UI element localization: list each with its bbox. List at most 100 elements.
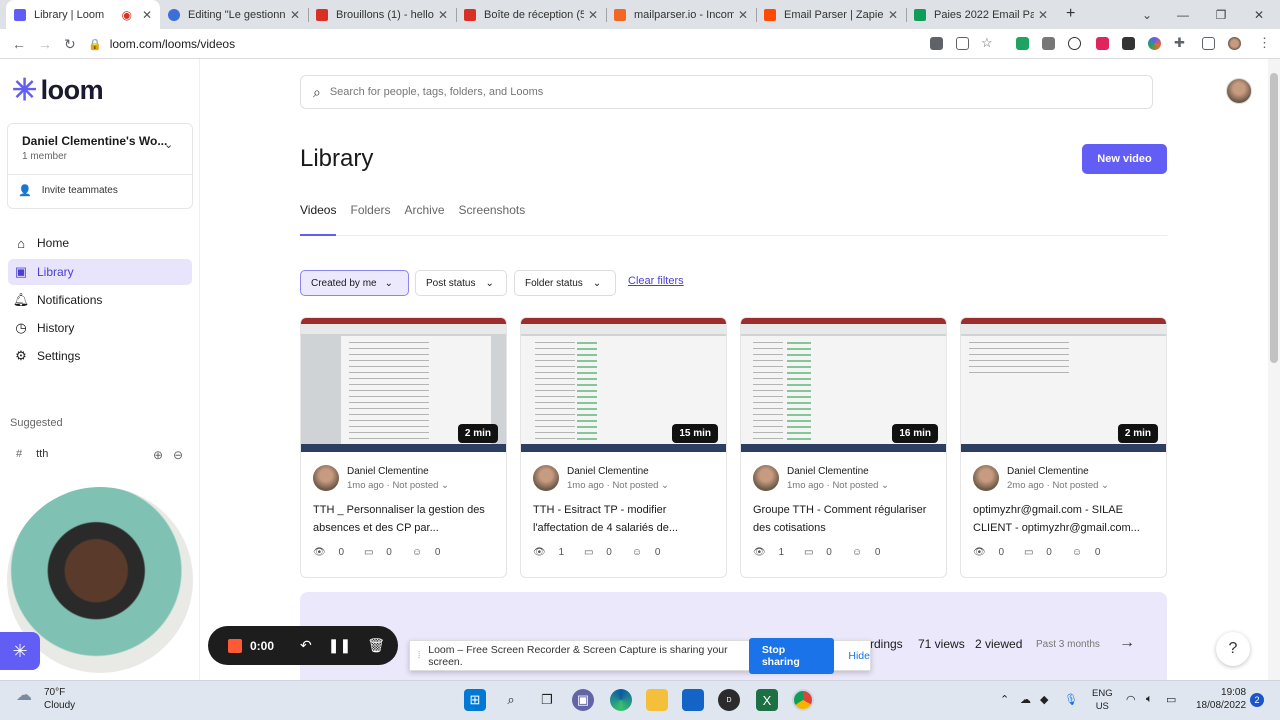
chevron-down-icon[interactable]: ⌄ (164, 138, 173, 151)
suggested-channel[interactable]: # tth (16, 448, 48, 460)
tab-archive[interactable]: Archive (405, 203, 445, 217)
video-title[interactable]: TTH _ Personnaliser la gestion des absen… (313, 501, 499, 537)
tab-videos[interactable]: Videos (300, 203, 336, 217)
excel-icon[interactable]: X (756, 689, 778, 711)
video-card[interactable]: 2 min Daniel Clementine 2mo ago · Not po… (960, 317, 1167, 578)
sidebar-item-settings[interactable]: ⚙ Settings (8, 343, 192, 369)
filter-post-status[interactable]: Post status ⌄ (415, 270, 507, 296)
workspace-switcher[interactable]: Daniel Clementine's Wo... 1 member ⌄ 👤 I… (7, 123, 193, 209)
browser-tab-inbox[interactable]: Boîte de réception (5 ✕ (456, 0, 606, 29)
puzzle-icon[interactable]: ✚ (1174, 35, 1185, 51)
search-input[interactable]: ⌕ Search for people, tags, folders, and … (300, 75, 1153, 109)
post-status[interactable]: Not posted (1052, 480, 1098, 491)
browser-tab-paies[interactable]: Paies 2022 Email Pars ✕ (906, 0, 1056, 29)
extension-icon[interactable] (1042, 37, 1055, 50)
camera-icon[interactable] (930, 37, 943, 50)
stop-sharing-button[interactable]: Stop sharing (748, 637, 835, 674)
tab-folders[interactable]: Folders (350, 203, 390, 217)
tab-screenshots[interactable]: Screenshots (459, 203, 526, 217)
post-status[interactable]: Not posted (612, 480, 658, 491)
windows-start-icon[interactable]: ⊞ (464, 689, 486, 711)
share-icon[interactable] (956, 37, 969, 50)
language-indicator[interactable]: ENG US (1092, 687, 1113, 713)
restart-icon[interactable]: ↶ (300, 637, 312, 654)
browser-tab-loom[interactable]: Library | Loom ◉ ✕ (6, 0, 160, 29)
teams-icon[interactable]: ▣ (572, 689, 594, 711)
forward-icon[interactable]: → (38, 36, 52, 52)
close-window-icon[interactable]: ✕ (1240, 0, 1278, 29)
close-icon[interactable]: ✕ (1038, 8, 1048, 22)
profile-avatar[interactable] (1228, 37, 1241, 50)
minimize-icon[interactable]: — (1164, 0, 1202, 29)
video-card[interactable]: 15 min Daniel Clementine 1mo ago · Not p… (520, 317, 727, 578)
task-view-icon[interactable]: ❐ (536, 689, 558, 711)
close-icon[interactable]: ✕ (290, 8, 300, 22)
volume-icon[interactable]: 🔈︎ (1146, 693, 1153, 706)
search-icon[interactable]: ⌕ (500, 689, 522, 711)
notification-badge[interactable]: 2 (1250, 693, 1264, 707)
weather-widget[interactable]: ☁ 70°F Cloudy (16, 686, 75, 712)
pause-icon[interactable]: ❚❚ (328, 637, 351, 654)
scrollbar-thumb[interactable] (1270, 73, 1278, 363)
video-title[interactable]: Groupe TTH - Comment régulariser des cot… (753, 501, 939, 537)
sidebar-item-history[interactable]: ◷ History (8, 315, 192, 341)
browser-tab-editing[interactable]: Editing "Le gestionnai ✕ (160, 0, 308, 29)
browser-tab-zapier[interactable]: Email Parser | Zapier ✕ (756, 0, 906, 29)
dropbox-icon[interactable]: ◆ (1040, 693, 1048, 706)
close-icon[interactable]: ✕ (142, 8, 152, 22)
video-title[interactable]: optimyzhr@gmail.com - SILAE CLIENT - opt… (973, 501, 1159, 537)
sidebar-item-notifications[interactable]: 🔔︎ Notifications (8, 287, 192, 313)
extension-icon[interactable] (1148, 37, 1161, 50)
remove-circle-icon[interactable]: ⊖ (173, 448, 183, 462)
new-tab-icon[interactable]: + (1066, 5, 1075, 23)
pocket-icon[interactable] (1096, 37, 1109, 50)
sidepanel-icon[interactable] (1202, 37, 1215, 50)
browser-tab-mailparser[interactable]: mailparser.io - Incom ✕ (606, 0, 756, 29)
trash-icon[interactable]: 🗑︎ (367, 637, 385, 654)
post-status[interactable]: Not posted (832, 480, 878, 491)
help-button[interactable]: ? (1216, 632, 1250, 666)
video-card[interactable]: 2 min Daniel Clementine 1mo ago · Not po… (300, 317, 507, 578)
file-explorer-icon[interactable] (646, 689, 668, 711)
back-icon[interactable]: ← (12, 36, 26, 52)
invite-teammates-button[interactable]: 👤 Invite teammates (18, 184, 118, 197)
drag-handle-icon[interactable]: ⦙ (418, 650, 420, 661)
stop-recording-button[interactable] (228, 638, 242, 653)
extension-icon[interactable] (1068, 37, 1081, 50)
add-circle-icon[interactable]: ⊕ (153, 448, 163, 462)
extension-icon[interactable] (1122, 37, 1135, 50)
loom-logo[interactable]: ✳ loom (12, 73, 104, 108)
close-icon[interactable]: ✕ (588, 8, 598, 22)
sidebar-item-home[interactable]: ⌂ Home (8, 230, 192, 256)
reload-icon[interactable]: ↻ (64, 36, 76, 53)
wifi-icon[interactable]: ◠ (1126, 693, 1136, 706)
scrollbar[interactable] (1268, 59, 1280, 680)
kebab-menu-icon[interactable]: ⋮ (1258, 35, 1271, 51)
clear-filters-link[interactable]: Clear filters (628, 275, 684, 287)
hide-button[interactable]: Hide (848, 650, 870, 662)
video-card[interactable]: 16 min Daniel Clementine 1mo ago · Not p… (740, 317, 947, 578)
close-icon[interactable]: ✕ (738, 8, 748, 22)
sidebar-item-library[interactable]: ▣ Library (8, 259, 192, 285)
post-status[interactable]: Not posted (392, 480, 438, 491)
new-video-button[interactable]: New video (1082, 144, 1167, 174)
tab-search-icon[interactable]: ⌄ (1128, 0, 1166, 29)
user-avatar[interactable] (1226, 78, 1252, 104)
filter-folder-status[interactable]: Folder status ⌄ (514, 270, 616, 296)
close-icon[interactable]: ✕ (438, 8, 448, 22)
close-icon[interactable]: ✕ (888, 8, 898, 22)
edge-icon[interactable] (610, 689, 632, 711)
restore-icon[interactable]: ❐ (1202, 0, 1240, 29)
loom-menu-icon[interactable]: ✳ (0, 632, 40, 670)
microphone-icon[interactable]: 🎙︎ (1064, 693, 1078, 706)
onedrive-icon[interactable]: ☁ (1020, 693, 1031, 706)
battery-icon[interactable]: ▭ (1166, 693, 1176, 706)
extension-icon[interactable] (1016, 37, 1029, 50)
filter-created-by-me[interactable]: Created by me ⌄ (300, 270, 409, 296)
bookmark-star-icon[interactable]: ☆ (981, 35, 993, 51)
clock[interactable]: 19:08 18/08/2022 (1196, 686, 1246, 712)
arrow-right-icon[interactable]: → (1119, 634, 1135, 652)
dell-icon[interactable]: D (718, 689, 740, 711)
store-icon[interactable] (682, 689, 704, 711)
chrome-icon[interactable] (792, 689, 814, 711)
